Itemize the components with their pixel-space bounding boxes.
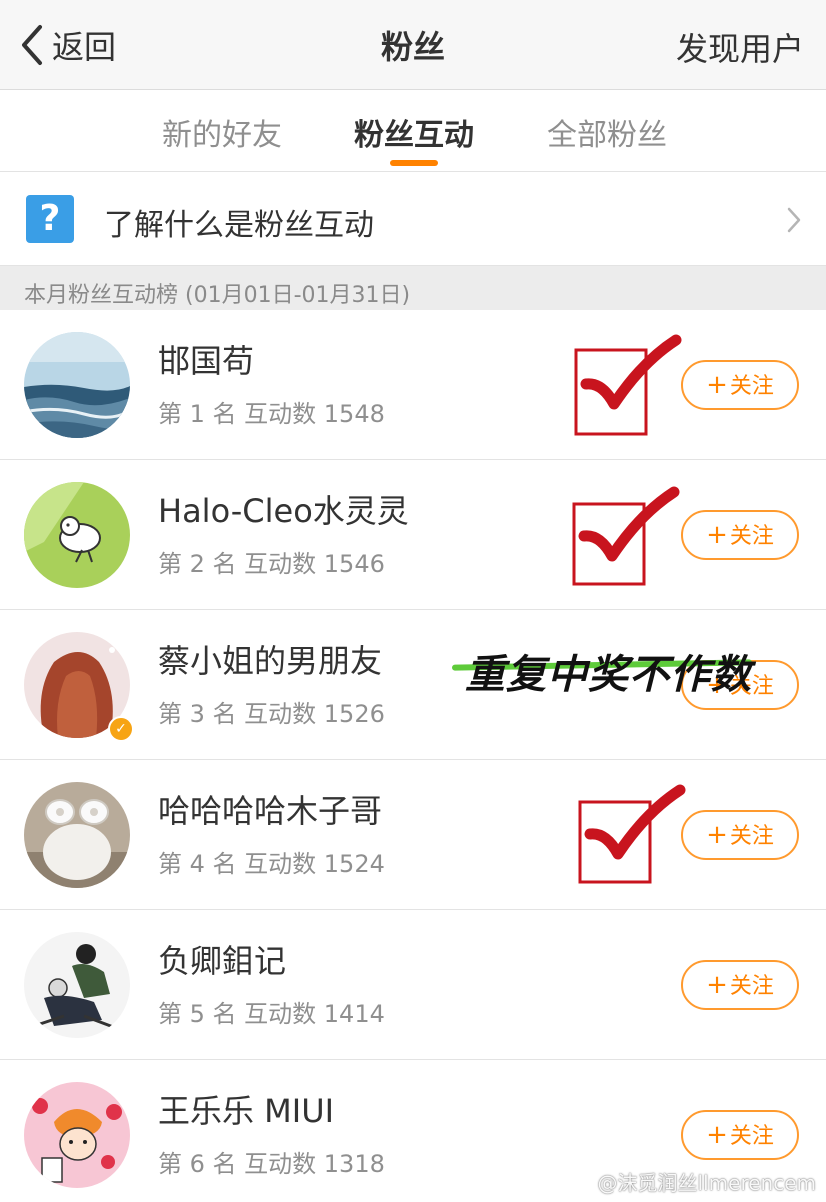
page-title: 粉丝 bbox=[380, 28, 445, 66]
fan-name[interactable]: 哈哈哈哈木子哥 bbox=[158, 786, 382, 832]
fan-row: ✓ 蔡小姐的男朋友 第 3 名 互动数 1526 +关注 重复中奖不作数 bbox=[0, 610, 826, 760]
follow-button[interactable]: +关注 bbox=[681, 510, 799, 560]
fan-name[interactable]: 蔡小姐的男朋友 bbox=[158, 636, 382, 682]
duplicate-winner-note: 重复中奖不作数 bbox=[465, 652, 752, 698]
follow-button[interactable]: +关注 bbox=[681, 1110, 799, 1160]
red-checkmark-icon bbox=[574, 334, 682, 436]
fan-rank: 第 2 名 互动数 1546 bbox=[158, 550, 385, 578]
fan-row: 哈哈哈哈木子哥 第 4 名 互动数 1524 +关注 bbox=[0, 760, 826, 910]
discover-users-button[interactable]: 发现用户 bbox=[676, 24, 804, 70]
active-tab-indicator bbox=[390, 160, 438, 166]
fan-row: Halo-Cleo水灵灵 第 2 名 互动数 1546 +关注 bbox=[0, 460, 826, 610]
back-label: 返回 bbox=[52, 28, 117, 66]
follow-button[interactable]: +关注 bbox=[681, 810, 799, 860]
follow-button[interactable]: +关注 bbox=[681, 360, 799, 410]
verified-badge-icon: ✓ bbox=[108, 716, 134, 742]
fan-row: 负卿鉬记 第 5 名 互动数 1414 +关注 bbox=[0, 910, 826, 1060]
avatar[interactable] bbox=[24, 332, 130, 438]
learn-fan-interaction-label: 了解什么是粉丝互动 bbox=[104, 208, 374, 243]
fan-name[interactable]: 王乐乐 MIUI bbox=[158, 1086, 334, 1132]
fan-name[interactable]: 邯国苟 bbox=[158, 336, 254, 382]
weibo-watermark: @沫觅润丝llmerencem bbox=[597, 1171, 816, 1195]
tab-all-fans[interactable]: 全部粉丝 bbox=[547, 110, 667, 154]
ranking-section-header: 本月粉丝互动榜 (01月01日-01月31日) bbox=[0, 266, 826, 310]
follow-button[interactable]: +关注 bbox=[681, 960, 799, 1010]
ranking-period-label: 本月粉丝互动榜 (01月01日-01月31日) bbox=[24, 283, 411, 308]
fan-rank: 第 6 名 互动数 1318 bbox=[158, 1150, 385, 1178]
chevron-right-icon bbox=[787, 207, 801, 233]
avatar[interactable] bbox=[24, 782, 130, 888]
red-checkmark-icon bbox=[572, 486, 680, 586]
fan-row: 邯国苟 第 1 名 互动数 1548 +关注 bbox=[0, 310, 826, 460]
back-button[interactable]: 返回 bbox=[18, 20, 116, 70]
nav-bar: 返回 粉丝 发现用户 bbox=[0, 0, 826, 90]
fan-rank: 第 4 名 互动数 1524 bbox=[158, 850, 385, 878]
question-icon: ? bbox=[26, 195, 74, 243]
fan-name[interactable]: Halo-Cleo水灵灵 bbox=[158, 486, 409, 532]
avatar[interactable] bbox=[24, 482, 130, 588]
fan-name[interactable]: 负卿鉬记 bbox=[158, 936, 286, 982]
red-checkmark-icon bbox=[578, 784, 686, 884]
avatar[interactable] bbox=[24, 932, 130, 1038]
fan-rank: 第 5 名 互动数 1414 bbox=[158, 1000, 385, 1028]
tab-new-friends[interactable]: 新的好友 bbox=[162, 110, 282, 154]
tab-bar: 新的好友 粉丝互动 全部粉丝 bbox=[0, 90, 826, 172]
tab-fan-interaction[interactable]: 粉丝互动 bbox=[354, 110, 474, 154]
learn-fan-interaction-row[interactable]: ? 了解什么是粉丝互动 bbox=[0, 172, 826, 266]
fan-rank: 第 3 名 互动数 1526 bbox=[158, 700, 385, 728]
fan-rank: 第 1 名 互动数 1548 bbox=[158, 400, 385, 428]
avatar[interactable] bbox=[24, 1082, 130, 1188]
chevron-left-icon bbox=[22, 25, 42, 65]
